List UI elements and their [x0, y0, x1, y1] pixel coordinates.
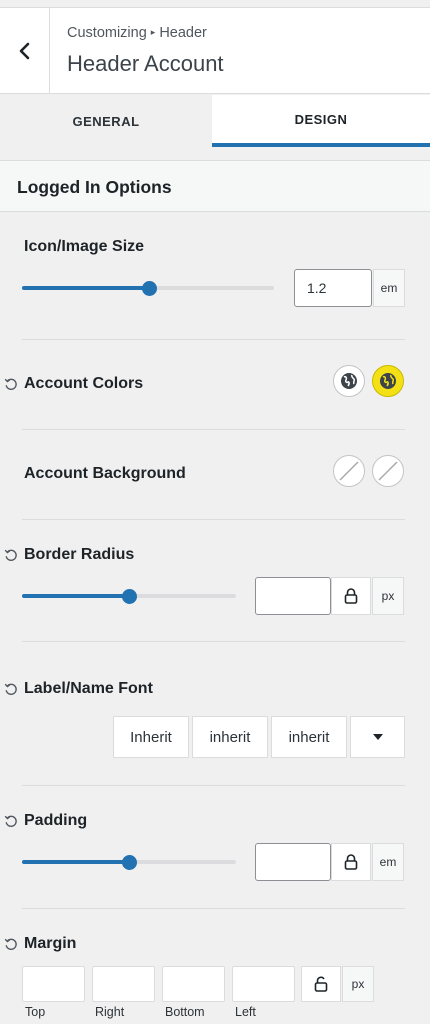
- page-title: Header Account: [67, 51, 224, 76]
- tab-bar: GENERAL DESIGN: [0, 95, 430, 147]
- border-radius-unit[interactable]: px: [372, 577, 404, 615]
- account-color-swatch[interactable]: [333, 365, 365, 397]
- divider: [22, 785, 405, 786]
- border-radius-slider-handle[interactable]: [122, 588, 137, 604]
- margin-top-input[interactable]: [22, 966, 85, 1002]
- globe-icon: [380, 373, 396, 389]
- account-background-label: Account Background: [24, 465, 186, 482]
- caret-down-icon: [372, 734, 383, 740]
- padding-unit[interactable]: em: [372, 843, 404, 881]
- border-radius-slider[interactable]: [22, 588, 236, 604]
- icon-size-slider[interactable]: [22, 280, 274, 296]
- breadcrumb-parent: Customizing: [67, 25, 147, 41]
- tab-design[interactable]: DESIGN: [212, 95, 430, 147]
- section-title: Logged In Options: [17, 177, 172, 197]
- section-header: Logged In Options: [0, 160, 430, 212]
- icon-size-slider-handle[interactable]: [142, 280, 157, 296]
- border-radius-slider-fill: [22, 594, 129, 598]
- breadcrumb-child: Header: [159, 25, 207, 41]
- account-colors-label: Account Colors: [24, 375, 144, 392]
- lock-button[interactable]: [331, 843, 371, 881]
- account-background-swatch[interactable]: [333, 455, 365, 487]
- icon-size-label: Icon/Image Size: [24, 238, 145, 255]
- padding-input[interactable]: [255, 843, 331, 881]
- padding-slider-fill: [22, 860, 129, 864]
- no-color-icon: [378, 461, 398, 481]
- margin-bottom-input[interactable]: [162, 966, 225, 1002]
- font-style-button[interactable]: inherit: [271, 716, 347, 758]
- margin-label: Margin: [24, 935, 77, 952]
- divider: [22, 641, 405, 642]
- lock-button[interactable]: [331, 577, 371, 615]
- account-color-hover-swatch[interactable]: [372, 365, 404, 397]
- margin-left-label: Left: [235, 1005, 256, 1019]
- divider: [22, 429, 405, 430]
- margin-left-input[interactable]: [232, 966, 295, 1002]
- margin-right-input[interactable]: [92, 966, 155, 1002]
- padding-slider[interactable]: [22, 854, 236, 870]
- reset-icon[interactable]: [4, 682, 18, 696]
- lock-icon: [344, 588, 358, 604]
- no-color-icon: [339, 461, 359, 481]
- reset-icon[interactable]: [4, 937, 18, 951]
- reset-icon[interactable]: [4, 548, 18, 562]
- divider: [22, 339, 405, 340]
- unlock-icon: [314, 976, 328, 992]
- margin-right-label: Right: [95, 1005, 125, 1019]
- icon-size-input[interactable]: 1.2: [294, 269, 372, 307]
- tab-general[interactable]: GENERAL: [0, 95, 212, 147]
- top-strip: [0, 0, 430, 8]
- divider: [22, 908, 405, 909]
- border-radius-label: Border Radius: [24, 546, 135, 563]
- border-radius-input[interactable]: [255, 577, 331, 615]
- font-family-button[interactable]: Inherit: [113, 716, 189, 758]
- reset-icon[interactable]: [4, 814, 18, 828]
- reset-icon[interactable]: [4, 377, 18, 391]
- margin-unit[interactable]: px: [342, 966, 374, 1002]
- customizer-header: Customizing ▸ Header Header Account: [0, 8, 430, 94]
- label-font-label: Label/Name Font: [24, 680, 153, 697]
- unlock-button[interactable]: [301, 966, 341, 1002]
- breadcrumb: Customizing ▸ Header: [67, 25, 207, 41]
- font-weight-button[interactable]: inherit: [192, 716, 268, 758]
- icon-size-slider-fill: [22, 286, 149, 290]
- divider: [22, 519, 405, 520]
- account-background-hover-swatch[interactable]: [372, 455, 404, 487]
- breadcrumb-separator-icon: ▸: [150, 27, 156, 37]
- padding-slider-handle[interactable]: [122, 854, 137, 870]
- margin-top-label: Top: [25, 1005, 46, 1019]
- back-button[interactable]: [0, 8, 50, 94]
- lock-icon: [344, 854, 358, 870]
- padding-label: Padding: [24, 812, 88, 829]
- chevron-left-icon: [19, 42, 29, 60]
- globe-icon: [341, 373, 357, 389]
- font-options-toggle[interactable]: [350, 716, 405, 758]
- margin-bottom-label: Bottom: [165, 1005, 205, 1019]
- icon-size-unit[interactable]: em: [373, 269, 405, 307]
